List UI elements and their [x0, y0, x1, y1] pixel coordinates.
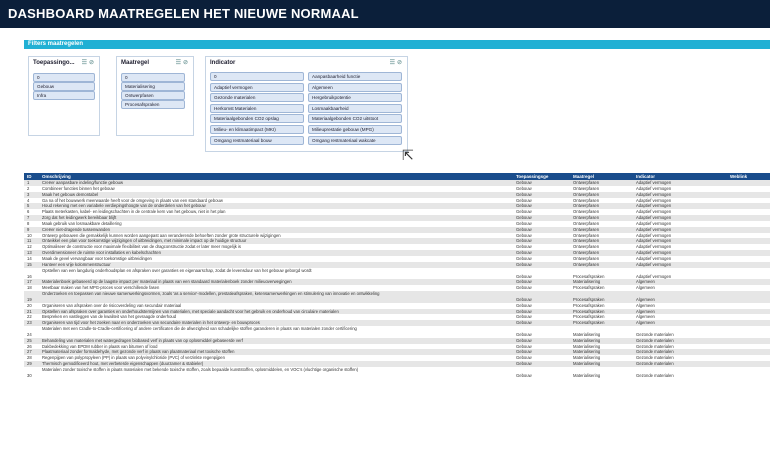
slicer-toepassing-option[interactable]: Gebouw — [33, 82, 95, 91]
slicer-maatregel-option[interactable]: Procesafspraken — [121, 100, 185, 109]
cell-omschrijving: Opstellen van een langdurig onderhoudspl… — [42, 267, 312, 273]
table-body: 1 Creëer aanpasbare indeling/functie gebo… — [24, 180, 770, 379]
multi-select-icon[interactable]: ☰ — [82, 60, 89, 66]
cell-omschrijving: Onderzoeken en toepassen van nieuwe same… — [42, 291, 380, 297]
slicer-toepassing-icons[interactable]: ☰⊘ — [82, 59, 96, 66]
header-toepassing[interactable]: Toepassingsge — [516, 173, 571, 180]
slicer-maatregel-header: Maatregel ☰⊘ — [117, 57, 193, 69]
header-id[interactable]: ID — [27, 173, 39, 180]
slicer-maatregel-option[interactable]: Materialisering — [121, 82, 185, 91]
slicer-maatregel: Maatregel ☰⊘ 0 Materialisering Ontwerpfase… — [116, 56, 194, 136]
table-header: ID Omschrijving Toepassingsge Maatregel … — [24, 173, 770, 180]
header-maatregel[interactable]: Maatregel — [573, 173, 633, 180]
slicer-indicator-icons[interactable]: ☰⊘ — [390, 59, 404, 66]
clear-filter-icon[interactable]: ⊘ — [89, 60, 96, 66]
clear-filter-icon[interactable]: ⊘ — [397, 60, 404, 66]
slicer-indicator-option[interactable]: Milieuprestatie gebouw (MPG) — [308, 125, 402, 134]
cell-omschrijving: Materialen zonder toxische stoffen in pl… — [42, 367, 359, 372]
slicer-indicator: Indicator ☰⊘ 0 Aanpasbaarheid functie Adap… — [205, 56, 408, 152]
table-row[interactable]: 24 Materialen met een Cradle-to-Cradle-ce… — [24, 326, 770, 338]
slicer-indicator-option[interactable]: Hergebruikpotentie — [308, 93, 402, 103]
slicer-indicator-option[interactable]: Herkomst Materialen — [210, 103, 304, 113]
dashboard-title: DASHBOARD MAATREGELEN HET NIEUWE NORMAAL — [0, 0, 770, 28]
slicer-toepassing-option[interactable]: 0 — [33, 73, 95, 82]
slicer-indicator-title: Indicator — [210, 60, 236, 66]
multi-select-icon[interactable]: ☰ — [176, 60, 183, 66]
slicer-indicator-option[interactable]: Omgang restmateriaal wakcate — [308, 135, 402, 145]
cell-omschrijving: Materialen met een Cradle-to-Cradle-cert… — [42, 326, 357, 332]
slicer-toepassing: Toepassingo... ☰⊘ 0 Gebouw Infra — [28, 56, 100, 136]
slicer-indicator-option[interactable]: Materiaalgebonden CO2 opslag — [210, 114, 304, 124]
mouse-cursor-icon: ⇱ — [402, 147, 414, 163]
slicer-toepassing-option[interactable]: Infra — [33, 91, 95, 100]
header-omschrijving[interactable]: Omschrijving — [42, 173, 512, 180]
slicer-toepassing-title: Toepassingo... — [33, 60, 75, 66]
slicer-indicator-option[interactable]: Omgang restmateriaal bouw — [210, 135, 304, 145]
multi-select-icon[interactable]: ☰ — [390, 60, 397, 66]
filters-header: Filters maatregelen — [24, 40, 770, 49]
slicer-maatregel-option[interactable]: Ontwerpfasen — [121, 91, 185, 100]
clear-filter-icon[interactable]: ⊘ — [183, 60, 190, 66]
table-row[interactable]: 16 Opstellen van een langdurig onderhouds… — [24, 268, 770, 280]
header-indicator[interactable]: Indicator — [636, 173, 726, 180]
slicer-maatregel-icons[interactable]: ☰⊘ — [176, 59, 190, 66]
measures-table: ID Omschrijving Toepassingsge Maatregel … — [24, 173, 770, 379]
cell-maatregel: Materialisering — [573, 372, 601, 378]
slicer-indicator-option[interactable]: Milieu- en klimaatimpact (MKI) — [210, 125, 304, 134]
slicer-indicator-option[interactable]: Materiaalgebonden CO2 uitstoot — [308, 114, 402, 124]
slicer-maatregel-title: Maatregel — [121, 60, 150, 66]
cell-indicator: Gezonde materialen — [636, 372, 674, 378]
slicer-indicator-option[interactable]: Losmaakbaarheid — [308, 103, 402, 113]
slicer-indicator-header: Indicator ☰⊘ — [206, 57, 407, 69]
cell-toepassing: Gebouw — [516, 372, 532, 378]
slicer-indicator-option[interactable]: Gezonde materialen — [210, 93, 304, 103]
cell-id: 30 — [27, 372, 32, 378]
slicer-indicator-option[interactable]: Algemeen — [308, 82, 402, 92]
slicer-maatregel-option[interactable]: 0 — [121, 73, 185, 82]
table-row[interactable]: 19 Onderzoeken en toepassen van nieuwe sa… — [24, 291, 770, 303]
header-weblink[interactable]: Weblink — [730, 173, 770, 180]
slicer-indicator-option[interactable]: Aanpasbaarheid functie — [308, 72, 402, 81]
slicer-indicator-option[interactable]: 0 — [210, 72, 304, 81]
table-row[interactable]: 30 Materialen zonder toxische stoffen in … — [24, 367, 770, 379]
slicer-indicator-option[interactable]: Adaptief vermogen — [210, 82, 304, 92]
slicer-toepassing-header: Toepassingo... ☰⊘ — [29, 57, 99, 69]
